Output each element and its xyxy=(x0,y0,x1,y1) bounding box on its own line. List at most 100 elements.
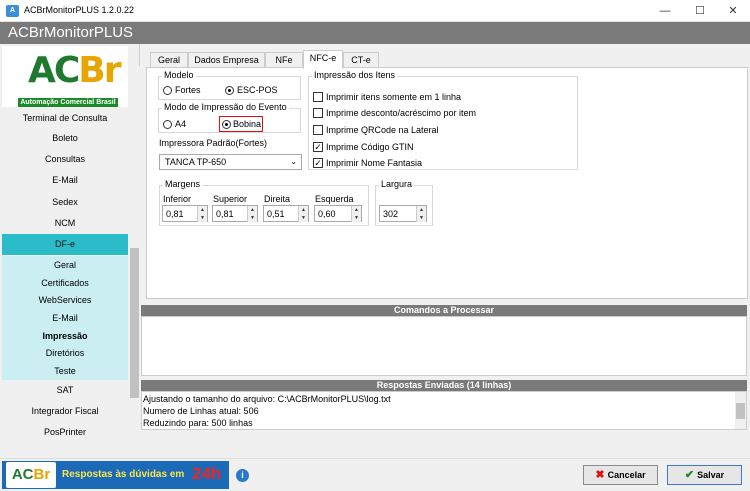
inferior-label: Inferior xyxy=(163,194,192,204)
sidebar-subitem-email[interactable]: E-Mail xyxy=(2,309,128,327)
modelo-escpos-radio[interactable] xyxy=(225,86,234,95)
sidebar-item-sedex[interactable]: Sedex xyxy=(2,192,128,213)
modo-a4-label[interactable]: A4 xyxy=(175,119,186,129)
sidebar-item-sat[interactable]: SAT xyxy=(2,380,128,401)
tab-cte[interactable]: CT-e xyxy=(343,52,379,68)
check-codigo-gtin[interactable]: ✓ xyxy=(313,142,323,152)
title-bar: A ACBrMonitorPLUS 1.2.0.22 — ☐ ✕ xyxy=(0,0,750,22)
esquerda-value: 0,60 xyxy=(318,209,336,219)
minimize-button[interactable]: — xyxy=(648,0,682,22)
checkmark-icon: ✓ xyxy=(314,158,322,168)
cancel-x-icon: ✖ xyxy=(595,469,605,481)
sidebar-subitem-teste[interactable]: Teste xyxy=(2,362,128,380)
app-header-title: ACBrMonitorPLUS xyxy=(8,24,134,41)
superior-spin[interactable]: 0,81 ▲ ▼ xyxy=(212,205,258,222)
inferior-up-button[interactable]: ▲ xyxy=(197,206,207,214)
modo-a4-radio[interactable] xyxy=(163,120,172,129)
checkmark-icon: ✓ xyxy=(314,142,322,152)
info-icon[interactable]: i xyxy=(236,469,249,482)
log-line-1: Ajustando o tamanho do arquivo: C:\ACBrM… xyxy=(143,394,391,404)
margens-title: Margens xyxy=(163,179,203,189)
cancel-label: Cancelar xyxy=(607,470,646,480)
sidebar-subitem-impressao[interactable]: Impressão xyxy=(2,327,128,345)
modo-bobina-radio[interactable] xyxy=(222,120,231,129)
tab-dados-empresa[interactable]: Dados Empresa xyxy=(188,52,265,68)
sidebar-item-ncm[interactable]: NCM xyxy=(2,213,128,234)
impressao-itens-group xyxy=(308,76,578,170)
chevron-down-icon: ⌄ xyxy=(290,157,297,166)
cancel-button[interactable]: ✖ Cancelar xyxy=(583,465,658,485)
impressora-value: TANCA TP-650 xyxy=(165,157,227,167)
tab-geral[interactable]: Geral xyxy=(150,52,188,68)
comandos-textarea[interactable] xyxy=(141,316,747,376)
sidebar-subitem-webservices[interactable]: WebServices xyxy=(2,291,128,309)
window-title: ACBrMonitorPLUS 1.2.0.22 xyxy=(24,5,135,15)
modelo-fortes-radio[interactable] xyxy=(163,86,172,95)
impressora-label: Impressora Padrão(Fortes) xyxy=(159,138,268,148)
respostas-header: Respostas Enviadas (14 linhas) xyxy=(141,380,747,391)
check-qrcode-lateral[interactable] xyxy=(313,125,323,135)
sidebar-scrollbar[interactable] xyxy=(129,66,140,457)
banner-logo-a: AC xyxy=(11,466,34,483)
direita-up-button[interactable]: ▲ xyxy=(298,206,308,214)
largura-value: 302 xyxy=(383,209,399,219)
modo-bobina-label[interactable]: Bobina xyxy=(233,119,261,129)
check-qrcode-lateral-label[interactable]: Imprime QRCode na Lateral xyxy=(326,125,439,135)
impressora-select[interactable]: TANCA TP-650 ⌄ xyxy=(159,154,302,170)
sidebar-item-integrador[interactable]: Integrador Fiscal xyxy=(2,401,128,422)
inferior-value: 0,81 xyxy=(166,209,184,219)
footer: ACBr Respostas às dúvidas em 24h i ✖ Canc… xyxy=(0,458,750,491)
esquerda-down-button[interactable]: ▼ xyxy=(351,214,361,222)
esquerda-spin[interactable]: 0,60 ▲ ▼ xyxy=(314,205,362,222)
banner-logo: ACBr xyxy=(6,462,56,488)
banner-text: Respostas às dúvidas em xyxy=(62,469,185,480)
largura-down-button[interactable]: ▼ xyxy=(416,214,426,222)
sidebar-item-email[interactable]: E-Mail xyxy=(2,170,128,191)
sidebar-item-boleto[interactable]: Boleto xyxy=(2,128,128,149)
check-itens-1-linha-label[interactable]: Imprimir itens somente em 1 linha xyxy=(326,92,461,102)
sidebar-subitem-certificados[interactable]: Certificados xyxy=(2,274,128,292)
superior-down-button[interactable]: ▼ xyxy=(247,214,257,222)
check-nome-fantasia[interactable]: ✓ xyxy=(313,158,323,168)
tab-nfce[interactable]: NFC-e xyxy=(303,50,343,69)
modo-impressao-title: Modo de Impressão do Evento xyxy=(162,102,289,112)
check-nome-fantasia-label[interactable]: Imprimir Nome Fantasia xyxy=(326,158,422,168)
comandos-header: Comandos a Processar xyxy=(141,305,747,316)
largura-spin[interactable]: 302 ▲ ▼ xyxy=(379,205,427,222)
log-scroll-thumb[interactable] xyxy=(736,403,745,419)
logo-text-b: Br xyxy=(78,50,121,91)
sidebar-item-posprinter[interactable]: PosPrinter xyxy=(2,422,128,443)
direita-value: 0,51 xyxy=(267,209,285,219)
logo-text-a: AC xyxy=(28,50,80,91)
save-check-icon: ✔ xyxy=(684,469,695,481)
inferior-spin[interactable]: 0,81 ▲ ▼ xyxy=(162,205,208,222)
direita-down-button[interactable]: ▼ xyxy=(298,214,308,222)
superior-up-button[interactable]: ▲ xyxy=(247,206,257,214)
modelo-fortes-label[interactable]: Fortes xyxy=(175,85,201,95)
superior-value: 0,81 xyxy=(216,209,234,219)
support-banner[interactable]: ACBr Respostas às dúvidas em 24h xyxy=(2,461,229,489)
largura-up-button[interactable]: ▲ xyxy=(416,206,426,214)
modelo-escpos-label[interactable]: ESC-POS xyxy=(237,85,278,95)
esquerda-up-button[interactable]: ▲ xyxy=(351,206,361,214)
inferior-down-button[interactable]: ▼ xyxy=(197,214,207,222)
save-button[interactable]: ✔ Salvar xyxy=(667,465,742,485)
maximize-button[interactable]: ☐ xyxy=(683,0,717,22)
check-itens-1-linha[interactable] xyxy=(313,92,323,102)
sidebar-subitem-diretorios[interactable]: Diretórios xyxy=(2,344,128,362)
check-codigo-gtin-label[interactable]: Imprime Código GTIN xyxy=(326,142,414,152)
direita-label: Direita xyxy=(264,194,291,204)
log-scrollbar[interactable] xyxy=(735,392,746,429)
check-desconto-item[interactable] xyxy=(313,108,323,118)
sidebar-subitem-geral[interactable]: Geral xyxy=(2,256,128,274)
tab-nfe[interactable]: NFe xyxy=(265,52,303,68)
close-button[interactable]: ✕ xyxy=(716,0,750,22)
sidebar-item-consultas[interactable]: Consultas xyxy=(2,149,128,170)
sidebar-item-dfe[interactable]: DF-e xyxy=(2,234,128,255)
direita-spin[interactable]: 0,51 ▲ ▼ xyxy=(263,205,309,222)
check-desconto-item-label[interactable]: Imprime desconto/acréscimo por item xyxy=(326,108,476,118)
banner-24h: 24h xyxy=(192,464,222,483)
sidebar-item-terminal[interactable]: Terminal de Consulta xyxy=(2,107,128,123)
superior-label: Superior xyxy=(213,194,248,204)
sidebar-scroll-thumb[interactable] xyxy=(130,248,139,398)
